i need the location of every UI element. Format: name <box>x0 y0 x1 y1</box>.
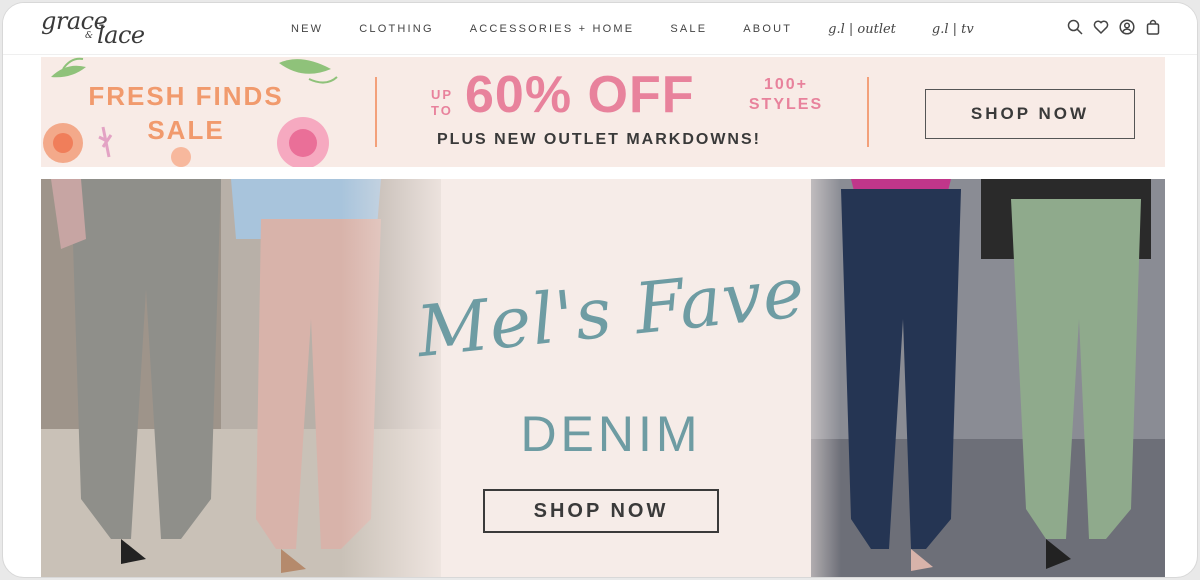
hero-banner[interactable]: Mel's Fave DENIM SHOP NOW <box>41 179 1165 577</box>
browser-frame: grace & lace NEW CLOTHING ACCESSORIES + … <box>2 2 1198 578</box>
hero-fade-right <box>781 179 841 577</box>
promo-divider-right <box>867 77 869 147</box>
hero-script-title: Mel's Fave <box>413 250 809 374</box>
heart-icon[interactable] <box>1093 19 1109 37</box>
promo-styles: 100+ STYLES <box>748 76 824 113</box>
nav-about[interactable]: ABOUT <box>743 23 792 35</box>
promo-shop-now-button[interactable]: SHOP NOW <box>925 89 1135 139</box>
promo-percent: 60% OFF <box>465 66 695 124</box>
header-icons <box>1067 19 1161 37</box>
main-nav: NEW CLOTHING ACCESSORIES + HOME SALE ABO… <box>291 3 1010 55</box>
site-header: grace & lace NEW CLOTHING ACCESSORIES + … <box>3 3 1197 55</box>
account-icon[interactable] <box>1119 19 1135 37</box>
promo-up-to: UP TO <box>431 87 453 118</box>
logo-line2: lace <box>97 21 145 49</box>
promo-banner[interactable]: FRESH FINDS SALE UP TO 60% OFF 100+ STYL… <box>41 57 1165 167</box>
hero-fade-left <box>341 179 461 577</box>
nav-sale[interactable]: SALE <box>670 23 707 35</box>
nav-tv[interactable]: g.l | tv <box>932 22 974 37</box>
hero-photo-right <box>811 179 1165 577</box>
hero-shop-now-button[interactable]: SHOP NOW <box>483 489 719 533</box>
promo-subline: PLUS NEW OUTLET MARKDOWNS! <box>437 131 761 148</box>
promo-headline: FRESH FINDS SALE <box>88 81 284 145</box>
search-icon[interactable] <box>1067 19 1083 37</box>
nav-new[interactable]: NEW <box>291 23 323 35</box>
nav-accessories-home[interactable]: ACCESSORIES + HOME <box>470 23 635 35</box>
bag-icon[interactable] <box>1145 19 1161 37</box>
nav-clothing[interactable]: CLOTHING <box>359 23 433 35</box>
logo-ampersand: & <box>85 31 94 41</box>
hero-subtitle: DENIM <box>520 406 702 462</box>
logo[interactable]: grace & lace <box>41 7 161 51</box>
promo-divider-left <box>375 77 377 147</box>
nav-outlet[interactable]: g.l | outlet <box>828 22 896 37</box>
